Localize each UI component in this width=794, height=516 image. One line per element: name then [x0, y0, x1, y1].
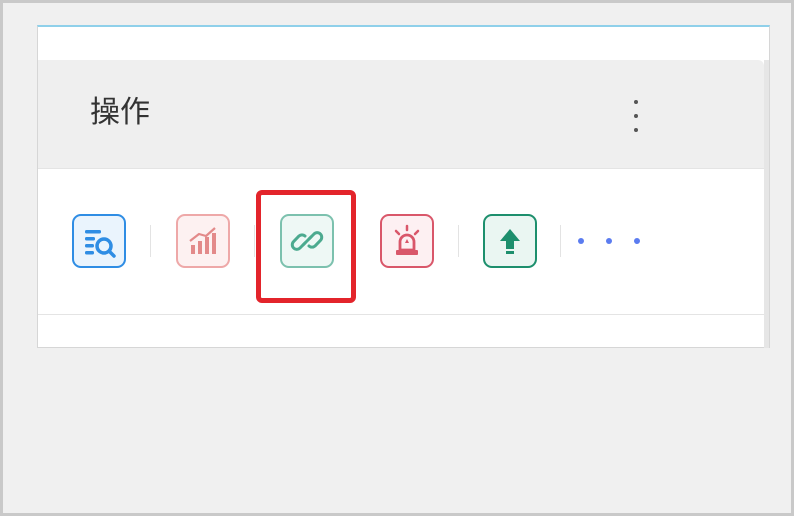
screenshot-frame: 操作: [0, 0, 794, 516]
toolbar-separator: [458, 225, 459, 257]
query-button[interactable]: [72, 214, 126, 268]
toolbar-separator: [254, 225, 255, 257]
more-dot: [634, 238, 640, 244]
action-toolbar: [38, 169, 764, 314]
menu-dot: [634, 114, 638, 118]
menu-dot: [634, 100, 638, 104]
arrow-up-icon: [500, 229, 520, 254]
upload-button[interactable]: [483, 214, 537, 268]
vertical-dots-menu-icon[interactable]: [624, 96, 648, 136]
list-search-icon: [85, 230, 116, 258]
operations-panel: 操作: [37, 25, 770, 348]
highlight-box: [256, 190, 356, 303]
menu-dot: [634, 128, 638, 132]
row-divider: [38, 314, 764, 315]
statistics-button[interactable]: [176, 214, 230, 268]
toolbar-separator: [150, 225, 151, 257]
more-dots-icon[interactable]: [578, 231, 640, 251]
panel-header: 操作: [38, 60, 764, 169]
more-dot: [578, 238, 584, 244]
alarm-button[interactable]: [380, 214, 434, 268]
scrollbar-track[interactable]: [764, 60, 769, 348]
toolbar-separator: [560, 225, 561, 257]
bar-chart-icon: [189, 227, 216, 254]
alarm-light-icon: [394, 224, 420, 255]
panel-title: 操作: [90, 95, 150, 130]
more-dot: [606, 238, 612, 244]
